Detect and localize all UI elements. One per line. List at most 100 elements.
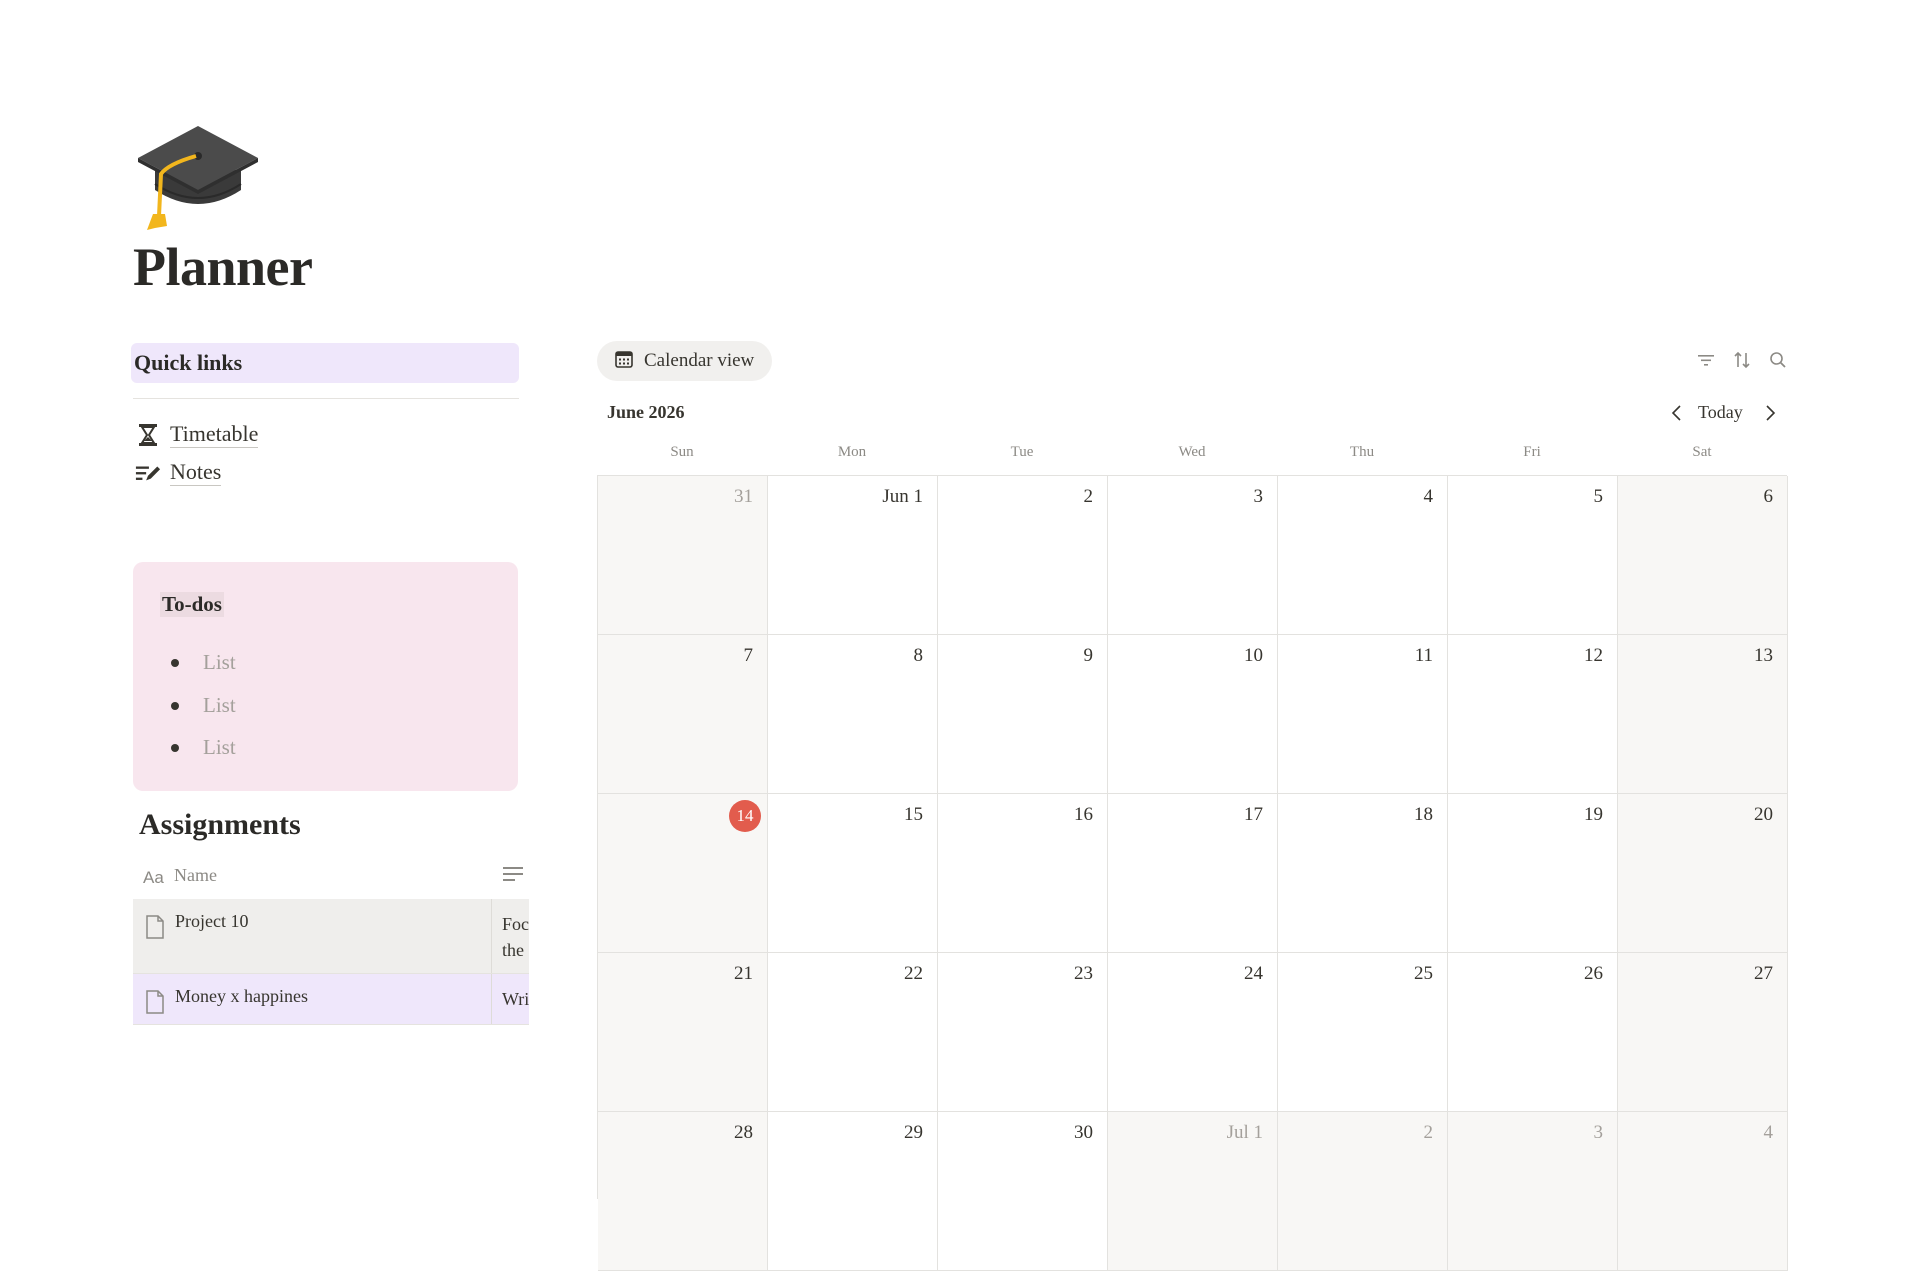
calendar-day[interactable]: 12 xyxy=(1448,635,1618,794)
calendar-view-label: Calendar view xyxy=(644,350,755,371)
page-icon xyxy=(145,915,165,944)
weekday-label: Wed xyxy=(1178,444,1206,460)
column-divider xyxy=(491,974,492,1024)
text-property-icon: Aa xyxy=(143,868,164,887)
calendar-day[interactable]: 16 xyxy=(938,794,1108,953)
link-notes[interactable]: Notes xyxy=(135,459,222,486)
calendar-day[interactable]: 26 xyxy=(1448,953,1618,1112)
link-label: Timetable xyxy=(170,421,259,448)
calendar-day[interactable]: 4 xyxy=(1618,1112,1788,1271)
day-number: Jul 1 xyxy=(1226,1122,1263,1143)
day-number: 12 xyxy=(1584,645,1603,666)
list-item[interactable]: List xyxy=(171,650,236,675)
menu-lines-icon[interactable] xyxy=(503,866,523,887)
calendar-day[interactable]: 17 xyxy=(1108,794,1278,953)
calendar-day[interactable]: 31 xyxy=(598,476,768,635)
row-snippet: Foc the xyxy=(502,911,529,963)
day-number: 7 xyxy=(743,645,754,666)
day-number: 20 xyxy=(1754,804,1773,825)
calendar-day[interactable]: 6 xyxy=(1618,476,1788,635)
calendar-day[interactable]: 20 xyxy=(1618,794,1788,953)
day-number: 17 xyxy=(1244,804,1263,825)
calendar-day[interactable]: 24 xyxy=(1108,953,1278,1112)
list-item[interactable]: List xyxy=(171,735,236,760)
today-badge: 14 xyxy=(729,800,761,832)
day-number: 5 xyxy=(1593,486,1604,507)
calendar-day[interactable]: 9 xyxy=(938,635,1108,794)
day-number: 30 xyxy=(1074,1122,1093,1143)
calendar-day[interactable]: 10 xyxy=(1108,635,1278,794)
edit-lines-icon xyxy=(135,460,161,486)
calendar-day[interactable]: 19 xyxy=(1448,794,1618,953)
day-number: 26 xyxy=(1584,963,1603,984)
day-number: 11 xyxy=(1414,645,1433,666)
hourglass-icon xyxy=(135,422,161,448)
day-number: 28 xyxy=(734,1122,753,1143)
row-name[interactable]: Money x happines xyxy=(175,986,308,1007)
weekday-label: Thu xyxy=(1349,444,1375,460)
calendar-day[interactable]: 5 xyxy=(1448,476,1618,635)
today-button[interactable]: Today xyxy=(1698,402,1743,423)
calendar-day[interactable]: 3 xyxy=(1448,1112,1618,1271)
calendar-view-tab[interactable]: Calendar view xyxy=(597,341,772,381)
chevron-left-icon[interactable] xyxy=(1670,403,1684,428)
filter-icon[interactable] xyxy=(1697,351,1715,374)
chevron-right-icon[interactable] xyxy=(1763,403,1777,428)
calendar-day[interactable]: 4 xyxy=(1278,476,1448,635)
calendar-day[interactable]: 2 xyxy=(1278,1112,1448,1271)
table-row[interactable]: Money x happines Wri xyxy=(133,974,529,1025)
list-item[interactable]: List xyxy=(171,693,236,718)
day-number: 27 xyxy=(1754,963,1773,984)
table-row[interactable]: Project 10 Foc the xyxy=(133,899,529,974)
snippet-line: Foc xyxy=(502,914,529,934)
calendar-day[interactable]: 27 xyxy=(1618,953,1788,1112)
link-label: Notes xyxy=(170,459,222,486)
sort-icon[interactable] xyxy=(1733,351,1751,374)
calendar-day[interactable]: 15 xyxy=(768,794,938,953)
calendar-day[interactable]: 7 xyxy=(598,635,768,794)
row-name[interactable]: Project 10 xyxy=(175,911,249,932)
calendar-day[interactable]: 3 xyxy=(1108,476,1278,635)
calendar-icon xyxy=(615,350,633,373)
day-number: 13 xyxy=(1754,645,1773,666)
day-number: 23 xyxy=(1074,963,1093,984)
column-divider xyxy=(491,899,492,973)
calendar-day[interactable]: 18 xyxy=(1278,794,1448,953)
day-number: 3 xyxy=(1593,1122,1604,1143)
day-number: 4 xyxy=(1763,1122,1774,1143)
row-snippet: Wri xyxy=(502,989,529,1009)
calendar-day[interactable]: 30 xyxy=(938,1112,1108,1271)
calendar-day-today[interactable]: 14 xyxy=(598,794,768,953)
calendar-day[interactable]: 2 xyxy=(938,476,1108,635)
calendar-day[interactable]: 22 xyxy=(768,953,938,1112)
list-item-text: List xyxy=(203,735,236,759)
day-number: 29 xyxy=(904,1122,923,1143)
list-item-text: List xyxy=(203,693,236,717)
day-number: 15 xyxy=(904,804,923,825)
calendar-day[interactable]: 11 xyxy=(1278,635,1448,794)
calendar-day[interactable]: 23 xyxy=(938,953,1108,1112)
page-icon xyxy=(145,990,165,1019)
weekday-label: Sun xyxy=(670,444,694,460)
day-number: 6 xyxy=(1763,486,1774,507)
calendar-day[interactable]: 29 xyxy=(768,1112,938,1271)
calendar-day[interactable]: 8 xyxy=(768,635,938,794)
calendar-day[interactable]: Jul 1 xyxy=(1108,1112,1278,1271)
search-icon[interactable] xyxy=(1769,351,1787,374)
day-number: 9 xyxy=(1083,645,1094,666)
day-number: Jun 1 xyxy=(882,486,923,507)
link-timetable[interactable]: Timetable xyxy=(135,421,259,448)
calendar-day[interactable]: 25 xyxy=(1278,953,1448,1112)
calendar-day[interactable]: 28 xyxy=(598,1112,768,1271)
column-header-name[interactable]: Name xyxy=(174,865,217,886)
calendar-day[interactable]: Jun 1 xyxy=(768,476,938,635)
graduation-cap-icon[interactable] xyxy=(133,118,263,236)
calendar-day[interactable]: 13 xyxy=(1618,635,1788,794)
day-number: 8 xyxy=(913,645,924,666)
day-number: 21 xyxy=(734,963,753,984)
day-number: 25 xyxy=(1414,963,1433,984)
day-number: 19 xyxy=(1584,804,1603,825)
day-number: 3 xyxy=(1253,486,1264,507)
calendar-day[interactable]: 21 xyxy=(598,953,768,1112)
snippet-line: the xyxy=(502,940,524,960)
